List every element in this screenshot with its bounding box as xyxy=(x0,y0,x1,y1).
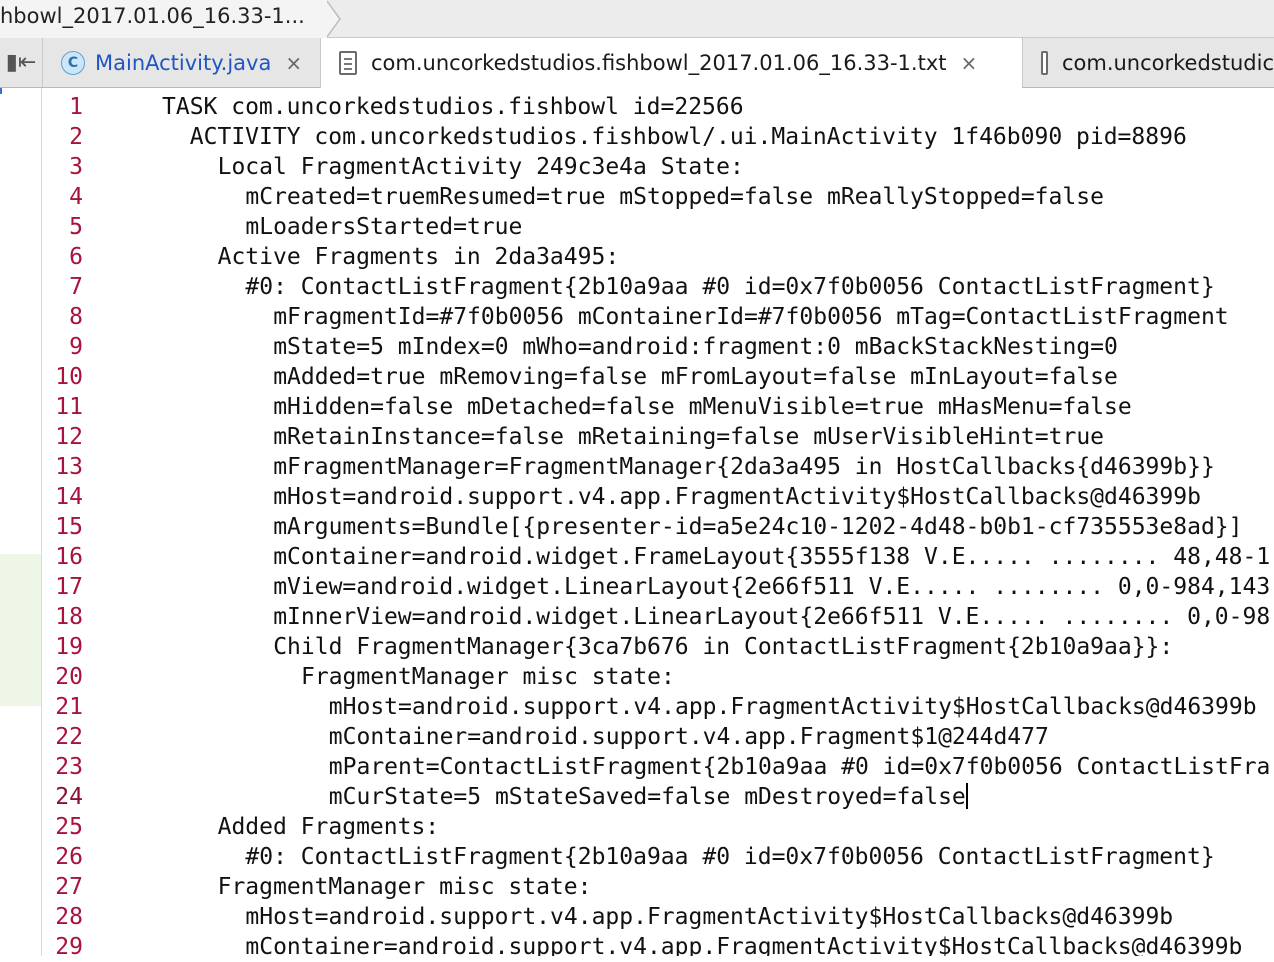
tab-log-file-2[interactable]: com.uncorkedstudic xyxy=(1022,38,1274,87)
java-class-icon: C xyxy=(61,50,85,75)
code-line[interactable]: mHost=android.support.v4.app.FragmentAct… xyxy=(245,902,1173,932)
tab-main-activity[interactable]: C MainActivity.java × xyxy=(42,38,320,87)
line-number: 14 xyxy=(55,484,83,510)
line-number: 16 xyxy=(55,544,83,570)
line-number: 24 xyxy=(55,784,83,810)
code-line[interactable]: TASK com.uncorkedstudios.fishbowl id=225… xyxy=(162,92,744,122)
code-line[interactable]: FragmentManager misc state: xyxy=(301,662,675,692)
code-editor[interactable]: TASK com.uncorkedstudios.fishbowl id=225… xyxy=(150,88,1274,956)
code-line[interactable]: mContainer=android.widget.FrameLayout{35… xyxy=(273,542,1270,572)
code-line[interactable]: mArguments=Bundle[{presenter-id=a5e24c10… xyxy=(273,512,1242,542)
line-number: 8 xyxy=(69,304,83,330)
line-number: 25 xyxy=(55,814,83,840)
line-number: 20 xyxy=(55,664,83,690)
code-line[interactable]: mHost=android.support.v4.app.FragmentAct… xyxy=(273,482,1201,512)
code-line[interactable]: mParent=ContactListFragment{2b10a9aa #0 … xyxy=(329,752,1271,782)
breadcrumb[interactable]: hbowl_2017.01.06_16.33-1... xyxy=(0,0,341,38)
scroll-marker xyxy=(0,88,2,94)
code-line[interactable]: mContainer=android.support.v4.app.Fragme… xyxy=(245,932,1242,956)
code-line[interactable]: mHost=android.support.v4.app.FragmentAct… xyxy=(329,692,1257,722)
text-file-icon xyxy=(1041,50,1048,75)
line-number: 1 xyxy=(69,94,83,120)
breadcrumb-arrow-icon xyxy=(325,0,341,38)
code-line[interactable]: mState=5 mIndex=0 mWho=android:fragment:… xyxy=(273,332,1118,362)
code-line[interactable]: mView=android.widget.LinearLayout{2e66f5… xyxy=(273,572,1270,602)
code-line[interactable]: mContainer=android.support.v4.app.Fragme… xyxy=(329,722,1049,752)
code-line[interactable]: mFragmentManager=FragmentManager{2da3a49… xyxy=(273,452,1215,482)
tab-label: com.uncorkedstudic xyxy=(1061,50,1274,75)
change-marker xyxy=(0,554,41,706)
line-number: 6 xyxy=(69,244,83,270)
line-number: 3 xyxy=(69,154,83,180)
line-number: 9 xyxy=(69,334,83,360)
line-number: 17 xyxy=(55,574,83,600)
code-line[interactable]: mRetainInstance=false mRetaining=false m… xyxy=(273,422,1104,452)
tab-label: MainActivity.java xyxy=(95,50,272,75)
line-number: 18 xyxy=(55,604,83,630)
code-line[interactable]: Active Fragments in 2da3a495: xyxy=(218,242,620,272)
code-line[interactable]: #0: ContactListFragment{2b10a9aa #0 id=0… xyxy=(245,272,1214,302)
breadcrumb-label: hbowl_2017.01.06_16.33-1... xyxy=(0,4,305,28)
line-number: 10 xyxy=(55,364,83,390)
tool-window-strip xyxy=(0,88,42,956)
line-number: 11 xyxy=(55,394,83,420)
code-line[interactable]: mCurState=5 mStateSaved=false mDestroyed… xyxy=(329,782,968,812)
line-number: 23 xyxy=(55,754,83,780)
line-number: 26 xyxy=(55,844,83,870)
breadcrumb-bar: hbowl_2017.01.06_16.33-1... xyxy=(0,0,1274,38)
line-number: 7 xyxy=(69,274,83,300)
line-number: 4 xyxy=(69,184,83,210)
line-number: 2 xyxy=(69,124,83,150)
code-line[interactable]: mAdded=true mRemoving=false mFromLayout=… xyxy=(273,362,1118,392)
line-number: 5 xyxy=(69,214,83,240)
code-line[interactable]: ACTIVITY com.uncorkedstudios.fishbowl/.u… xyxy=(190,122,1187,152)
line-number: 28 xyxy=(55,904,83,930)
tab-log-file[interactable]: com.uncorkedstudios.fishbowl_2017.01.06_… xyxy=(320,38,1022,88)
code-line[interactable]: FragmentManager misc state: xyxy=(218,872,592,902)
line-number: 12 xyxy=(55,424,83,450)
code-line[interactable]: Added Fragments: xyxy=(218,812,440,842)
code-line[interactable]: mHidden=false mDetached=false mMenuVisib… xyxy=(273,392,1132,422)
code-line[interactable]: #0: ContactListFragment{2b10a9aa #0 id=0… xyxy=(245,842,1214,872)
collapse-left-icon[interactable]: ▮⇤ xyxy=(0,38,42,87)
line-number: 21 xyxy=(55,694,83,720)
text-caret xyxy=(965,782,968,809)
code-line[interactable]: Child FragmentManager{3ca7b676 in Contac… xyxy=(273,632,1173,662)
code-line[interactable]: mLoadersStarted=true xyxy=(245,212,522,242)
line-number-gutter[interactable]: 1 2 3 4 5 6 7 8 9 10 11 12 13 14 15 16 17 18 19 20 21 22 23 24 2… xyxy=(43,88,150,960)
code-line[interactable]: mFragmentId=#7f0b0056 mContainerId=#7f0b… xyxy=(273,302,1228,332)
tab-label: com.uncorkedstudios.fishbowl_2017.01.06_… xyxy=(371,51,947,75)
close-tab-icon[interactable]: × xyxy=(960,51,977,75)
text-file-icon xyxy=(339,51,357,75)
code-line[interactable]: mInnerView=android.widget.LinearLayout{2… xyxy=(273,602,1270,632)
code-line[interactable]: mCreated=truemResumed=true mStopped=fals… xyxy=(245,182,1104,212)
line-number: 22 xyxy=(55,724,83,750)
close-tab-icon[interactable]: × xyxy=(285,51,302,75)
line-number: 27 xyxy=(55,874,83,900)
line-number: 19 xyxy=(55,634,83,660)
code-line[interactable]: Local FragmentActivity 249c3e4a State: xyxy=(218,152,744,182)
line-number: 13 xyxy=(55,454,83,480)
line-number: 29 xyxy=(55,934,83,960)
line-number: 15 xyxy=(55,514,83,540)
editor-tab-bar: ▮⇤ C MainActivity.java × com.uncorkedstu… xyxy=(0,38,1274,88)
